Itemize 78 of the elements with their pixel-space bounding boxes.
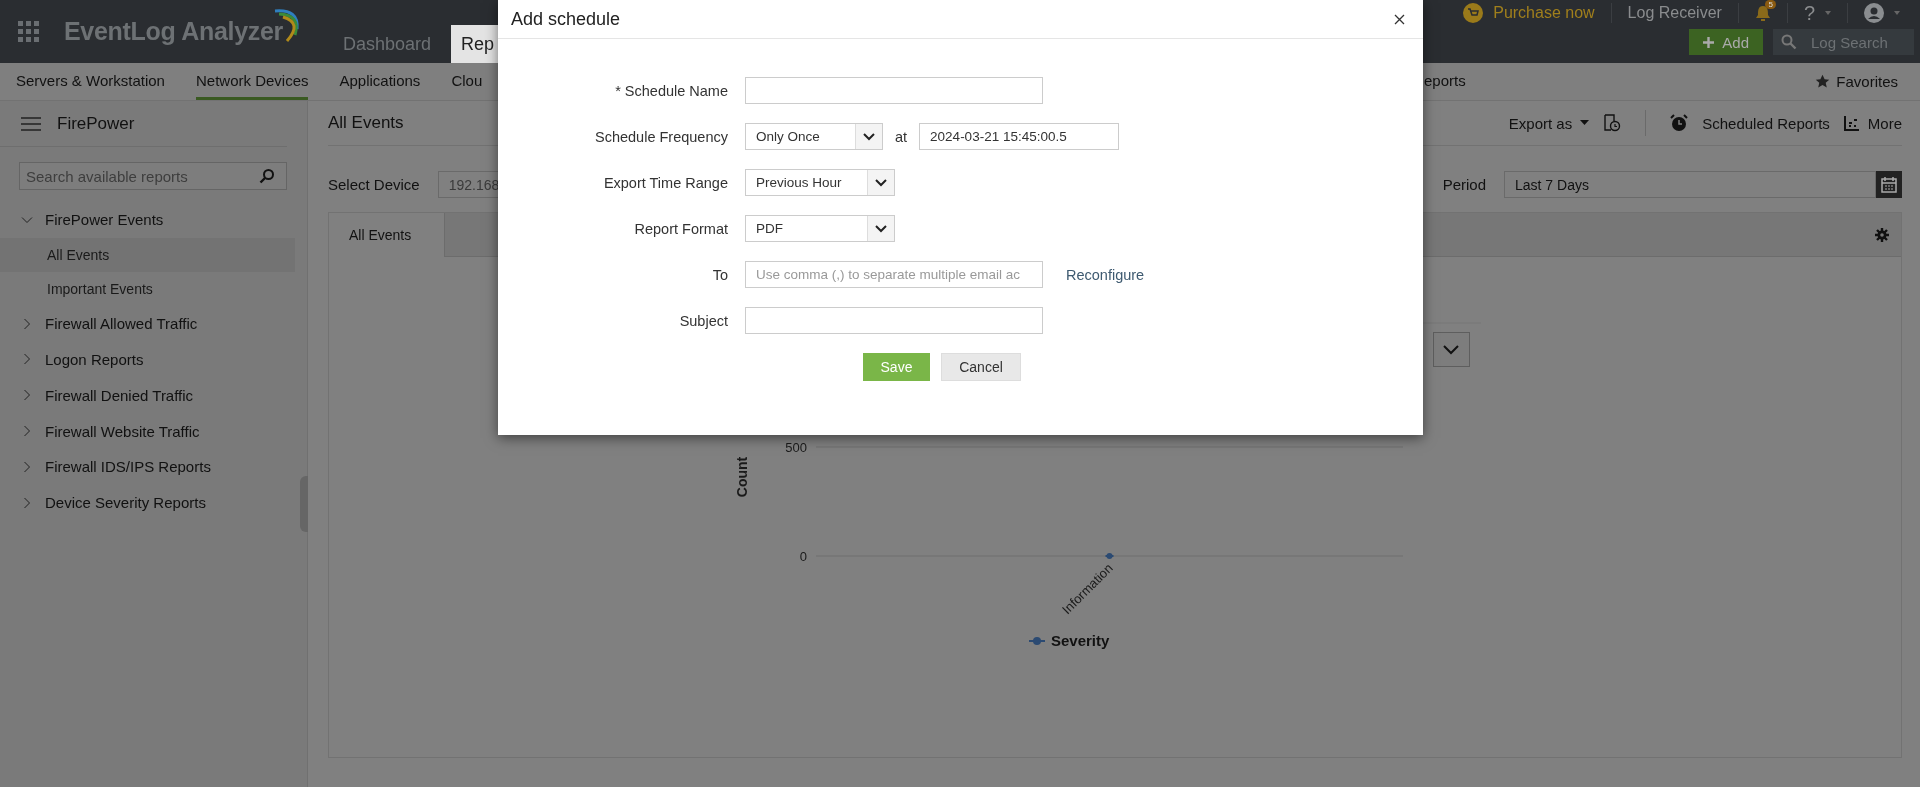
cancel-button[interactable]: Cancel	[941, 353, 1021, 381]
bell-icon[interactable]	[1754, 4, 1771, 22]
field-label: To	[711, 266, 729, 283]
star-icon	[1815, 74, 1831, 89]
dropdown[interactable]: Previous Hour	[745, 169, 895, 196]
favorites-link[interactable]: Favorites	[1815, 63, 1920, 100]
period-field[interactable]: Last 7 Days	[1504, 171, 1876, 198]
report-group[interactable]: Device Severity Reports	[0, 484, 295, 521]
chart-icon	[1843, 115, 1860, 131]
report-item[interactable]: Important Events	[0, 271, 295, 306]
email-field[interactable]: Use comma (,) to separate multiple email ac	[745, 261, 1043, 288]
caret-icon	[1894, 11, 1900, 15]
close-icon	[1394, 13, 1405, 25]
report-group[interactable]: FirePower Events	[0, 202, 295, 238]
reconfigure-link[interactable]: Reconfigure	[1066, 266, 1145, 283]
legend-label[interactable]: Severity	[1051, 632, 1110, 649]
chevron-down-icon	[875, 224, 887, 233]
dropdown[interactable]: Only Once	[745, 123, 883, 150]
help-menu[interactable]: ?	[1803, 1, 1815, 25]
search-icon	[1781, 34, 1797, 50]
dialog-title: Add schedule	[511, 8, 621, 30]
scheduled-reports-link[interactable]: Scheduled Reports	[1702, 114, 1830, 132]
notification-badge: 5	[1765, 0, 1776, 9]
report-search-field[interactable]: Search available reports	[19, 162, 287, 190]
report-group[interactable]: Logon Reports	[0, 341, 295, 378]
at-label: at	[895, 128, 908, 145]
app-grid-icon[interactable]	[18, 20, 40, 43]
chart-dropdown-button[interactable]	[1433, 332, 1470, 367]
field-label: * Schedule Name	[614, 82, 729, 99]
caret-icon	[1825, 11, 1831, 15]
chevron-down-icon	[875, 178, 887, 187]
alarm-clock-icon	[1670, 114, 1689, 132]
report-group[interactable]: Firewall Allowed Traffic	[0, 305, 295, 342]
export-menu[interactable]: Export as	[1508, 114, 1590, 132]
select-device-label: Select Device	[328, 176, 420, 193]
scheduled-export-icon[interactable]	[1603, 114, 1622, 132]
plus-icon	[1703, 36, 1715, 48]
more-menu[interactable]: More	[1843, 114, 1902, 132]
add-button[interactable]: Add	[1689, 29, 1763, 55]
category-tab[interactable]: Servers & Workstation	[16, 63, 196, 100]
nav-tab[interactable]: Rep	[451, 25, 501, 63]
category-tab[interactable]: Applications	[339, 63, 452, 100]
nav-tab[interactable]: Dashboard	[323, 25, 452, 63]
field-label: Subject	[678, 312, 729, 329]
panel-tab[interactable]: All Events	[329, 213, 445, 257]
field-label: Export Time Range	[602, 174, 729, 191]
search-icon	[259, 168, 275, 184]
log-receiver-link[interactable]: Log Receiver	[1627, 4, 1722, 22]
sidebar-title: FirePower	[57, 113, 135, 134]
report-group[interactable]: Firewall IDS/IPS Reports	[0, 449, 295, 485]
calendar-icon	[1881, 176, 1897, 193]
text-field[interactable]	[745, 307, 1043, 334]
cart-icon[interactable]	[1463, 3, 1484, 23]
menu-icon[interactable]	[21, 116, 41, 131]
axis-title: Count	[734, 456, 750, 498]
save-button[interactable]: Save	[863, 353, 930, 381]
dropdown[interactable]: PDF	[745, 215, 895, 242]
text-field[interactable]	[745, 77, 1043, 104]
period-label: Period	[1442, 176, 1486, 193]
axis-tick-label: 500	[785, 440, 807, 455]
legend-marker-icon	[1028, 637, 1046, 645]
user-avatar-icon[interactable]	[1864, 3, 1884, 23]
purchase-link[interactable]: Purchase now	[1493, 4, 1595, 22]
datetime-field[interactable]: 2024-03-21 15:45:00.5	[919, 123, 1120, 150]
field-label: Schedule Frequency	[594, 128, 729, 145]
page-title: All Events	[328, 113, 404, 133]
settings-icon[interactable]	[1875, 227, 1889, 242]
axis-tick-label: 0	[799, 549, 807, 564]
chevron-down-icon	[863, 132, 875, 141]
category-tab[interactable]: eports	[1424, 63, 1497, 100]
app-title: EventLog Analyzer	[64, 17, 284, 46]
collapse-handle[interactable]	[300, 476, 308, 532]
report-group[interactable]: Firewall Denied Traffic	[0, 377, 295, 414]
caret-icon	[1580, 120, 1590, 126]
report-item[interactable]: All Events	[0, 237, 295, 272]
calendar-button[interactable]	[1876, 171, 1902, 198]
report-group[interactable]: Firewall Website Traffic	[0, 413, 295, 449]
field-label: Report Format	[633, 220, 729, 237]
